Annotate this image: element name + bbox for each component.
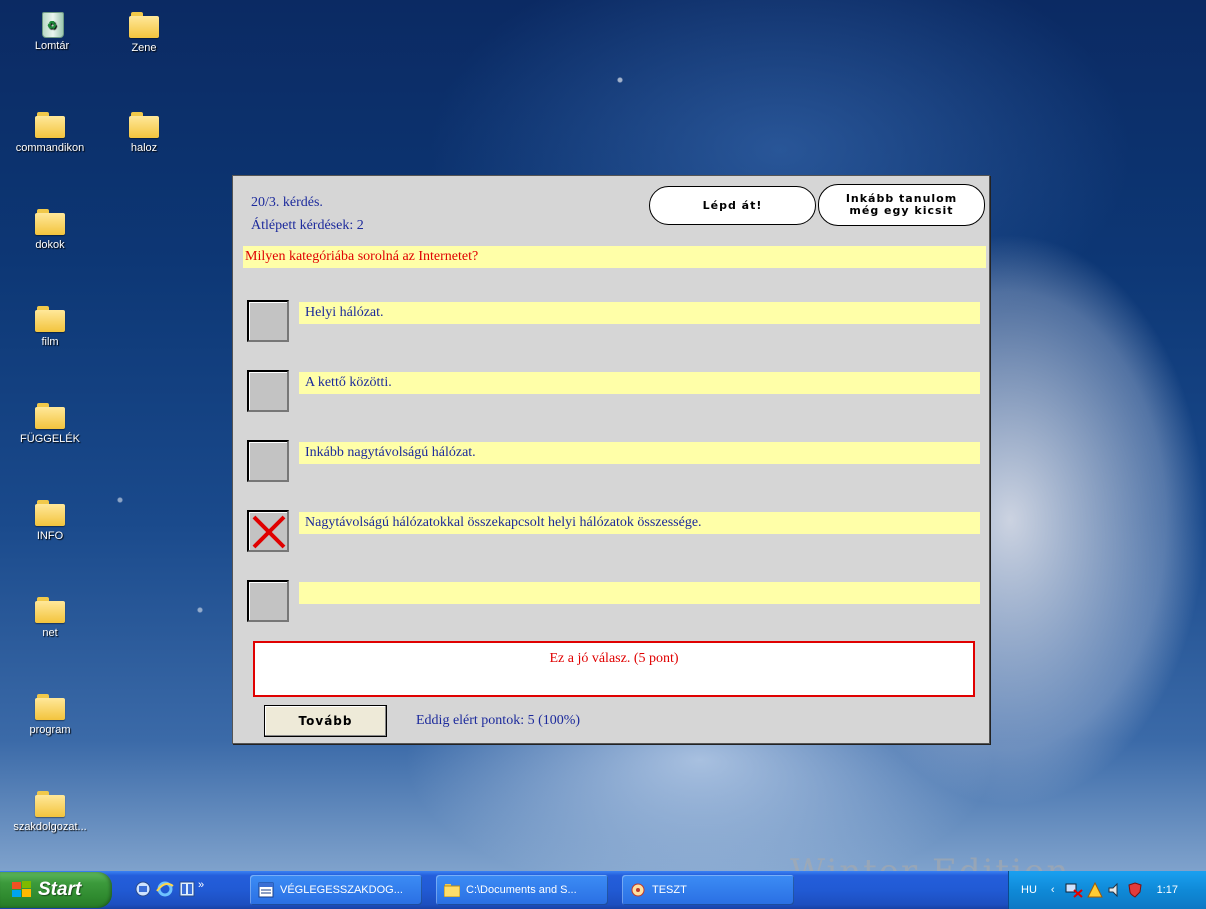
skip-button-label: Lépd át!	[702, 198, 763, 212]
desktop-icon-haloz[interactable]: haloz	[104, 112, 184, 154]
clock: 1:17	[1156, 884, 1178, 896]
desktop-icon-dokok[interactable]: dokok	[10, 209, 90, 251]
desktop-icon-label: commandikon	[15, 142, 85, 154]
folder-icon	[129, 12, 159, 38]
desktop-icon-label: Zene	[131, 42, 157, 54]
desktop-icon-label: net	[42, 627, 58, 639]
recycle-bin-icon: ♻	[39, 8, 65, 38]
folder-icon	[35, 791, 65, 817]
desktop-icon-label: Lomtár	[34, 40, 70, 52]
desktop-icon-fuggelek[interactable]: FÜGGELÉK	[10, 403, 90, 445]
network-disconnected-icon[interactable]	[1065, 882, 1083, 898]
quiz-window: 20/3. kérdés. Átlépett kérdések: 2 Lépd …	[232, 175, 990, 744]
media-icon[interactable]	[178, 880, 196, 898]
taskbar-button-word-document[interactable]: VÉGLEGESSZAKDOG...	[250, 875, 422, 905]
word-document-icon	[258, 882, 274, 898]
desktop-icon-label: program	[29, 724, 71, 736]
result-message-box: Ez a jó válasz. (5 pont)	[253, 641, 975, 697]
answer-text-5[interactable]	[299, 582, 980, 604]
taskbar-button-label: C:\Documents and S...	[466, 884, 577, 896]
answer-checkbox-2[interactable]	[247, 370, 289, 412]
start-button[interactable]: Start	[0, 872, 112, 908]
windows-logo-icon	[12, 881, 31, 897]
answer-text-3[interactable]: Inkább nagytávolságú hálózat.	[299, 442, 980, 464]
skip-question-button[interactable]: Lépd át!	[649, 186, 816, 225]
taskbar-button-explorer[interactable]: C:\Documents and S...	[436, 875, 608, 905]
desktop-icon-label: INFO	[36, 530, 64, 542]
taskbar: Start » VÉGLEGESSZAKDOG... C:\Documents …	[0, 871, 1206, 909]
skipped-questions-count: Átlépett kérdések: 2	[251, 218, 364, 233]
desktop-icon-info[interactable]: INFO	[10, 500, 90, 542]
start-label: Start	[38, 879, 82, 900]
desktop-icon-program[interactable]: program	[10, 694, 90, 736]
internet-explorer-icon[interactable]	[156, 880, 174, 898]
next-button[interactable]: Tovább	[264, 705, 387, 737]
warning-icon[interactable]	[1086, 882, 1103, 898]
folder-icon	[35, 112, 65, 138]
language-indicator[interactable]: HU	[1021, 884, 1037, 896]
next-button-label: Tovább	[298, 714, 353, 728]
show-desktop-icon[interactable]	[134, 880, 152, 898]
checked-x-mark-icon	[252, 515, 286, 549]
study-more-button[interactable]: Inkább tanulom még egy kicsit	[818, 184, 985, 226]
folder-icon	[129, 112, 159, 138]
app-icon	[631, 883, 645, 897]
desktop-icon-szakdolgozat[interactable]: szakdolgozat...	[10, 791, 90, 833]
study-more-line2: még egy kicsit	[849, 204, 954, 217]
answer-text-1[interactable]: Helyi hálózat.	[299, 302, 980, 324]
answer-text-2[interactable]: A kettő közötti.	[299, 372, 980, 394]
security-shield-icon[interactable]	[1127, 882, 1143, 898]
folder-icon	[35, 694, 65, 720]
desktop-icon-commandikon[interactable]: commandikon	[10, 112, 90, 154]
folder-icon	[35, 306, 65, 332]
volume-icon[interactable]	[1107, 882, 1123, 898]
desktop-icon-label: film	[41, 336, 59, 348]
desktop-icon-label: szakdolgozat...	[13, 821, 87, 833]
system-tray: HU ‹ 1:17	[1008, 871, 1206, 909]
desktop-icon-recycle-bin[interactable]: ♻ Lomtár	[12, 8, 92, 52]
desktop-icon-label: haloz	[130, 142, 158, 154]
quick-launch-more-icon[interactable]: »	[198, 879, 204, 891]
folder-icon	[35, 403, 65, 429]
tray-expand-arrow[interactable]: ‹	[1051, 884, 1055, 896]
points-so-far: Eddig elért pontok: 5 (100%)	[416, 713, 581, 728]
desktop-icon-net[interactable]: net	[10, 597, 90, 639]
folder-icon	[35, 500, 65, 526]
folder-icon	[35, 597, 65, 623]
taskbar-button-teszt[interactable]: TESZT	[622, 875, 794, 905]
answer-checkbox-3[interactable]	[247, 440, 289, 482]
desktop-icon-label: FÜGGELÉK	[20, 433, 80, 445]
folder-icon	[444, 884, 460, 897]
desktop-icon-label: dokok	[35, 239, 65, 251]
result-message: Ez a jó válasz. (5 pont)	[549, 651, 679, 666]
answer-checkbox-1[interactable]	[247, 300, 289, 342]
answer-checkbox-4[interactable]	[247, 510, 289, 552]
folder-icon	[35, 209, 65, 235]
question-text: Milyen kategóriába sorolná az Internetet…	[243, 246, 986, 268]
desktop-icon-zene[interactable]: Zene	[104, 12, 184, 54]
answer-text-4[interactable]: Nagytávolságú hálózatokkal összekapcsolt…	[299, 512, 980, 534]
answer-checkbox-5[interactable]	[247, 580, 289, 622]
taskbar-button-label: VÉGLEGESSZAKDOG...	[280, 884, 403, 896]
taskbar-button-label: TESZT	[652, 884, 687, 896]
study-more-label: Inkább tanulom még egy kicsit	[846, 193, 957, 217]
question-counter: 20/3. kérdés.	[251, 195, 323, 210]
desktop-icon-film[interactable]: film	[10, 306, 90, 348]
